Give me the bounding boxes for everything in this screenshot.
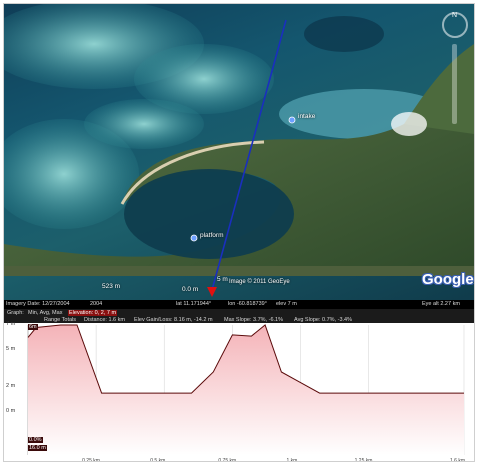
- longitude-readout: lon -60.818739°: [228, 301, 267, 307]
- y-tick-label: 0 m: [6, 407, 16, 414]
- elevation-plot[interactable]: 7 m 5 m 2 m 0 m 0.25 km 0.5 km 0.75 km 1 km 1.2…: [4, 321, 474, 462]
- scale-distance: 523 m: [102, 283, 121, 290]
- x-tick-label: 1.25 km: [354, 458, 373, 462]
- compass-north-label: N: [452, 12, 458, 19]
- satellite-map[interactable]: intake platform 523 m 5 m 0.0 m Image © …: [4, 4, 474, 307]
- latitude-readout: lat 11.171944°: [176, 301, 212, 307]
- min-avg-max-label: Min, Avg, Max: [28, 310, 63, 316]
- imagery-date: Imagery Date: 12/27/2004: [6, 301, 70, 307]
- marker-distance: 5 m: [217, 276, 228, 283]
- min-slope-marker: 0.0%: [28, 437, 43, 443]
- elevation-stat-tab[interactable]: Elevation: 0, 2, 7 m: [68, 310, 118, 316]
- x-tick-label: 1.6 km: [450, 458, 466, 462]
- y-tick-label: 5 m: [6, 345, 16, 352]
- elevation-chart-svg: [27, 324, 465, 455]
- max-elevation-marker: 6m: [28, 324, 38, 330]
- marker-elevation: 0.0 m: [182, 286, 199, 293]
- x-tick-label: 0.75 km: [218, 458, 237, 462]
- compass-icon[interactable]: N: [442, 12, 468, 38]
- map-statusbar: Imagery Date: 12/27/2004 2004 lat 11.171…: [4, 300, 474, 309]
- graph-label: Graph:: [7, 310, 24, 316]
- map-terrain: [4, 4, 474, 297]
- start-elevation-marker: 16.0 m: [28, 445, 47, 451]
- imagery-copyright: Image © 2011 GeoEye: [229, 279, 290, 285]
- placemark-intake[interactable]: intake: [298, 113, 315, 120]
- google-logo: Google: [422, 271, 474, 288]
- elevation-readout: elev 7 m: [276, 301, 297, 307]
- profile-header: Graph: Min, Avg, Max Elevation: 0, 2, 7 …: [4, 309, 474, 323]
- eye-altitude-readout: Eye alt 2.27 km: [422, 301, 460, 307]
- app-window: intake platform 523 m 5 m 0.0 m Image © …: [3, 3, 475, 462]
- imagery-year-button[interactable]: 2004: [90, 301, 102, 307]
- y-tick-label: 2 m: [6, 382, 16, 389]
- x-tick-label: 1 km: [286, 458, 298, 462]
- elevation-profile-panel: Graph: Min, Avg, Max Elevation: 0, 2, 7 …: [4, 309, 474, 462]
- y-tick-label: 7 m: [6, 321, 16, 327]
- elevation-area: [28, 325, 464, 455]
- x-tick-label: 0.25 km: [82, 458, 100, 462]
- x-tick-label: 0.5 km: [150, 458, 166, 462]
- zoom-slider[interactable]: [452, 44, 457, 124]
- placemark-platform[interactable]: platform: [200, 232, 223, 239]
